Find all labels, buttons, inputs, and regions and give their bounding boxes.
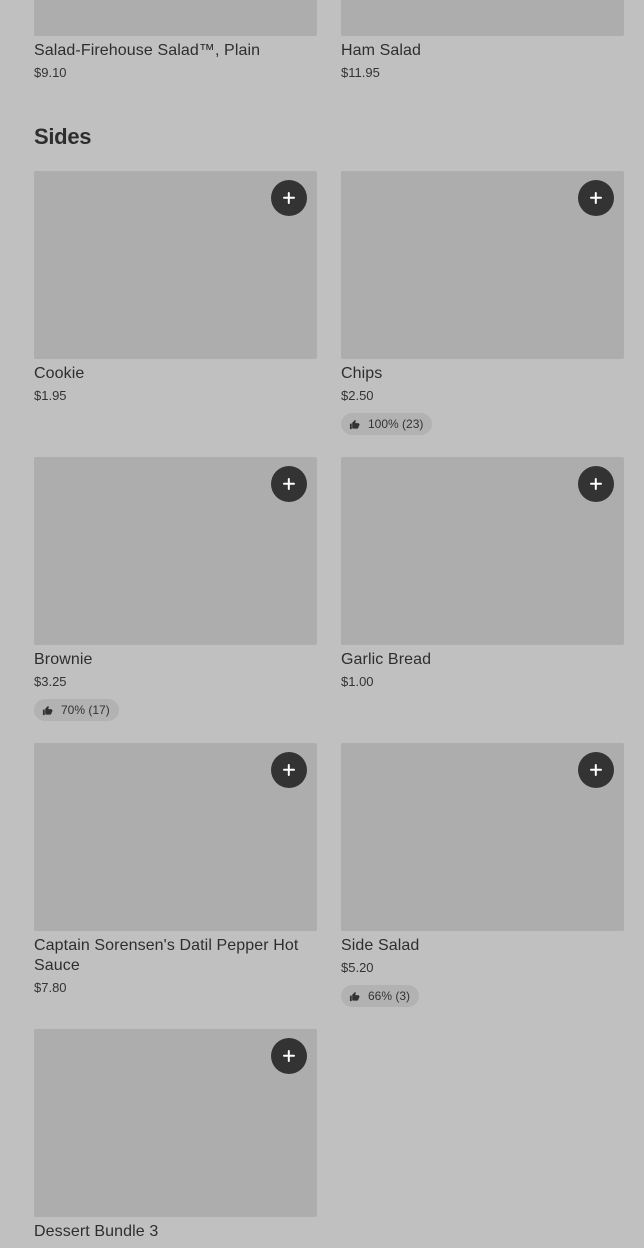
rating-badge: 66% (3) — [341, 985, 420, 1007]
add-to-cart-button[interactable] — [578, 466, 614, 502]
menu-item-garlic-bread[interactable]: Garlic Bread $1.00 — [341, 457, 624, 690]
menu-item-chips[interactable]: Chips $2.50 100% (23) — [341, 171, 624, 435]
rating-text: 100% (23) — [368, 417, 424, 431]
item-name: Side Salad — [341, 937, 420, 954]
item-image[interactable] — [34, 0, 317, 36]
item-image[interactable] — [341, 171, 624, 359]
item-price: $2.50 — [341, 388, 374, 403]
item-price: $3.25 — [34, 674, 67, 689]
item-name: Brownie — [34, 651, 93, 668]
item-price: $9.10 — [34, 65, 67, 80]
menu-item-dessert-bundle-3[interactable]: Dessert Bundle 3 — [34, 1029, 317, 1242]
item-price: $5.20 — [341, 960, 374, 975]
menu-item-salad-firehouse[interactable]: Salad-Firehouse Salad™, Plain $9.10 — [34, 0, 317, 81]
rating-badge: 70% (17) — [34, 699, 119, 721]
item-image[interactable] — [341, 0, 624, 36]
item-price: $7.80 — [34, 980, 67, 995]
item-image[interactable] — [34, 743, 317, 931]
item-image[interactable] — [341, 457, 624, 645]
menu-item-hot-sauce[interactable]: Captain Sorensen's Datil Pepper Hot Sauc… — [34, 743, 317, 996]
rating-badge: 100% (23) — [341, 413, 433, 435]
menu-item-cookie[interactable]: Cookie $1.95 — [34, 171, 317, 404]
item-image[interactable] — [34, 457, 317, 645]
add-to-cart-button[interactable] — [271, 466, 307, 502]
item-price: $1.00 — [341, 674, 374, 689]
item-name: Dessert Bundle 3 — [34, 1223, 159, 1240]
rating-text: 70% (17) — [61, 703, 110, 717]
menu-item-ham-salad[interactable]: Ham Salad $11.95 — [341, 0, 624, 81]
item-price: $1.95 — [34, 388, 67, 403]
menu-item-brownie[interactable]: Brownie $3.25 70% (17) — [34, 457, 317, 721]
item-name: Cookie — [34, 365, 85, 382]
item-image[interactable] — [34, 171, 317, 359]
add-to-cart-button[interactable] — [578, 180, 614, 216]
item-name: Salad-Firehouse Salad™, Plain — [34, 42, 261, 59]
item-name: Ham Salad — [341, 42, 422, 59]
add-to-cart-button[interactable] — [271, 752, 307, 788]
item-name: Chips — [341, 365, 383, 382]
add-to-cart-button[interactable] — [271, 1038, 307, 1074]
thumbs-up-icon — [349, 419, 360, 430]
add-to-cart-button[interactable] — [271, 180, 307, 216]
item-price: $11.95 — [341, 65, 380, 80]
rating-text: 66% (3) — [368, 989, 411, 1003]
section-title-sides: Sides — [34, 124, 92, 149]
thumbs-up-icon — [42, 705, 53, 716]
item-image[interactable] — [341, 743, 624, 931]
thumbs-up-icon — [349, 991, 360, 1002]
item-name: Captain Sorensen's Datil Pepper Hot Sauc… — [34, 937, 299, 974]
add-to-cart-button[interactable] — [578, 752, 614, 788]
menu-item-side-salad[interactable]: Side Salad $5.20 66% (3) — [341, 743, 624, 1007]
item-name: Garlic Bread — [341, 651, 432, 668]
item-image[interactable] — [34, 1029, 317, 1217]
